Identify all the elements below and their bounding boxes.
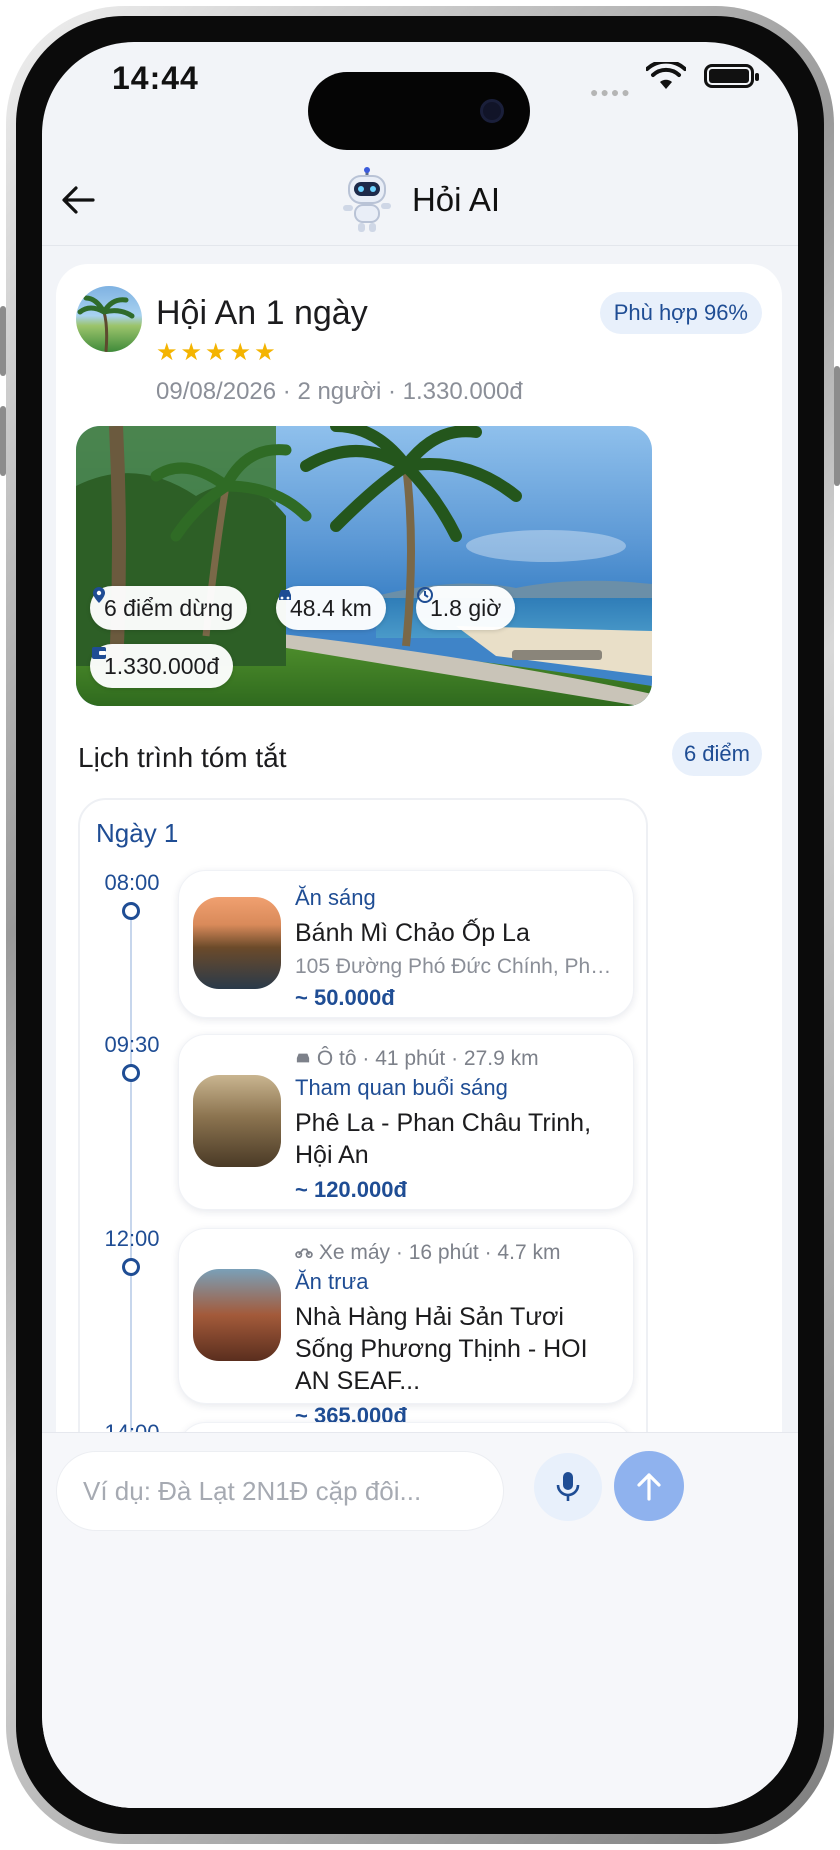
signal-icon: ●●●● xyxy=(590,84,632,100)
status-time: 14:44 xyxy=(112,60,199,96)
hero-image: 6 điểm dừng 48.4 km 1.8 giờ 1.330.000đ xyxy=(76,426,652,706)
stop-time: 09:30 xyxy=(104,1032,160,1057)
chip-duration: 1.8 giờ xyxy=(416,586,516,630)
screen: 14:44 ●●●● Hỏi AI Hội An 1 ngày ★★★★★ 09… xyxy=(42,42,798,1808)
chip-stops-label: 6 điểm dừng xyxy=(104,594,234,621)
chip-cost: 1.330.000đ xyxy=(90,644,234,688)
chip-stops: 6 điểm dừng xyxy=(90,586,248,630)
arrow-left-icon xyxy=(62,186,95,214)
wifi-icon xyxy=(646,62,686,89)
trip-avatar xyxy=(76,286,142,352)
stop-name: Nhà Hàng Hải Sản Tươi Sống Phương Thịnh … xyxy=(295,1303,588,1395)
arrow-up-icon xyxy=(637,1473,661,1501)
chip-duration-label: 1.8 giờ xyxy=(430,594,502,621)
stop-name: Bánh Mì Chảo Ốp La xyxy=(295,919,530,947)
car-icon xyxy=(296,1053,310,1063)
volume-up-button xyxy=(0,306,6,376)
clock-icon xyxy=(417,587,433,603)
stop-category: Ăn sáng xyxy=(295,885,376,910)
stop-body: Ô tô · 41 phút · 27.9 km Tham quan buổi … xyxy=(295,1047,615,1203)
back-button[interactable] xyxy=(54,176,102,224)
rating-stars: ★★★★★ xyxy=(156,339,279,366)
travel-label: Xe máy · 16 phút · 4.7 km xyxy=(318,1241,561,1264)
microphone-icon xyxy=(556,1472,580,1501)
chip-distance-label: 48.4 km xyxy=(290,594,372,621)
stop-category: Ăn trưa xyxy=(295,1269,369,1294)
palm-thumbnail xyxy=(77,295,135,352)
timeline-dot xyxy=(122,902,140,920)
stop-price: ~ 50.000đ xyxy=(295,985,395,1010)
page-title: Hỏi AI xyxy=(411,181,501,218)
travel-info: Xe máy · 16 phút · 4.7 km xyxy=(295,1241,615,1265)
stop-card-lunch[interactable]: Xe máy · 16 phút · 4.7 km Ăn trưa Nhà Hà… xyxy=(178,1228,634,1428)
app-header: Hỏi AI xyxy=(42,154,798,246)
battery-icon xyxy=(704,64,759,88)
stop-card-sightseeing[interactable]: Ô tô · 41 phút · 27.9 km Tham quan buổi … xyxy=(178,1034,634,1210)
stop-price: ~ 120.000đ xyxy=(295,1177,407,1202)
stop-address: 105 Đường Phó Đức Chính, Phư... xyxy=(295,955,615,978)
composer-bar xyxy=(42,1432,798,1808)
timeline-dot xyxy=(122,1064,140,1082)
bezel: 14:44 ●●●● Hỏi AI Hội An 1 ngày ★★★★★ 09… xyxy=(16,16,824,1834)
stop-name: Phê La - Phan Châu Trinh, Hội An xyxy=(295,1109,592,1169)
wallet-icon xyxy=(92,647,106,659)
day-label: Ngày 1 xyxy=(96,818,179,848)
stop-category: Tham quan buổi sáng xyxy=(295,1075,508,1100)
travel-label: Ô tô · 41 phút · 27.9 km xyxy=(316,1047,539,1070)
travel-info: Ô tô · 41 phút · 27.9 km xyxy=(295,1047,615,1071)
itinerary-title: Lịch trình tóm tắt xyxy=(78,742,287,773)
chip-distance: 48.4 km xyxy=(276,586,386,630)
match-badge: Phù hợp 96% xyxy=(599,292,762,334)
stop-thumbnail xyxy=(193,1075,281,1167)
trip-meta: 09/08/2026 · 2 người · 1.330.000đ xyxy=(156,378,523,405)
trip-title: Hội An 1 ngày xyxy=(156,294,368,332)
camera-icon xyxy=(480,99,504,123)
car-icon xyxy=(279,590,291,600)
status-bar: 14:44 ●●●● xyxy=(42,42,798,152)
stop-thumbnail xyxy=(193,1269,281,1361)
stop-body: Ăn sáng Bánh Mì Chảo Ốp La 105 Đường Phó… xyxy=(295,885,615,1011)
chip-cost-label: 1.330.000đ xyxy=(104,652,220,679)
volume-down-button xyxy=(0,406,6,476)
phone-frame: 14:44 ●●●● Hỏi AI Hội An 1 ngày ★★★★★ 09… xyxy=(0,6,840,1844)
stop-card-breakfast[interactable]: Ăn sáng Bánh Mì Chảo Ốp La 105 Đường Phó… xyxy=(178,870,634,1018)
stop-body: Xe máy · 16 phút · 4.7 km Ăn trưa Nhà Hà… xyxy=(295,1241,615,1429)
motorbike-icon xyxy=(295,1248,313,1259)
send-button[interactable] xyxy=(614,1451,684,1521)
timeline-dot xyxy=(122,1258,140,1276)
chat-input[interactable] xyxy=(57,1452,503,1530)
map-pin-icon xyxy=(93,587,105,603)
mic-button[interactable] xyxy=(534,1453,602,1521)
dynamic-island xyxy=(308,72,530,150)
stop-thumbnail xyxy=(193,897,281,989)
stops-count-badge: 6 điểm xyxy=(671,732,762,776)
stop-time: 12:00 xyxy=(104,1226,160,1251)
header-center: Hỏi AI xyxy=(42,154,798,246)
trip-header: Hội An 1 ngày ★★★★★ 09/08/2026 · 2 người… xyxy=(76,284,762,424)
stop-time: 08:00 xyxy=(104,870,160,895)
robot-icon xyxy=(342,167,391,232)
chat-input-wrapper xyxy=(56,1451,504,1531)
power-button xyxy=(834,366,840,486)
